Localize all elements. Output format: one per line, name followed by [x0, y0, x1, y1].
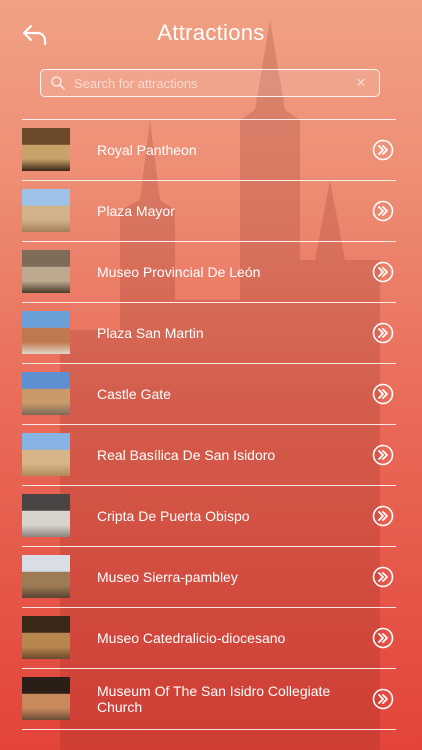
attraction-row[interactable]: Museo Provincial De León	[22, 241, 396, 302]
search-input[interactable]	[74, 75, 351, 91]
double-chevron-right-icon[interactable]	[372, 139, 394, 161]
attraction-row[interactable]: Plaza San Martin	[22, 302, 396, 363]
attraction-name: Royal Pantheon	[97, 142, 197, 158]
double-chevron-right-icon[interactable]	[372, 261, 394, 283]
attraction-row[interactable]: Royal Pantheon	[22, 119, 396, 180]
header-bar: Attractions	[0, 0, 422, 66]
attraction-name: Plaza San Martin	[97, 325, 204, 341]
attraction-thumbnail	[22, 189, 70, 232]
attraction-thumbnail	[22, 372, 70, 415]
attraction-row[interactable]: Museum Of The San Isidro Collegiate Chur…	[22, 668, 396, 730]
attraction-row[interactable]: Plaza Mayor	[22, 180, 396, 241]
double-chevron-right-icon[interactable]	[372, 200, 394, 222]
attraction-name: Cripta De Puerta Obispo	[97, 508, 250, 524]
double-chevron-right-icon[interactable]	[372, 627, 394, 649]
double-chevron-right-icon[interactable]	[372, 505, 394, 527]
attraction-thumbnail	[22, 250, 70, 293]
attraction-thumbnail	[22, 311, 70, 354]
clear-search-icon[interactable]: ✕	[351, 75, 371, 91]
attraction-thumbnail	[22, 555, 70, 598]
attraction-name: Museo Catedralicio-diocesano	[97, 630, 286, 646]
double-chevron-right-icon[interactable]	[372, 383, 394, 405]
double-chevron-right-icon[interactable]	[372, 444, 394, 466]
attraction-thumbnail	[22, 616, 70, 659]
attraction-thumbnail	[22, 433, 70, 476]
attraction-name: Museo Sierra-pambley	[97, 569, 238, 585]
attraction-name: Real Basílica De San Isidoro	[97, 447, 276, 463]
attraction-row[interactable]: Cripta De Puerta Obispo	[22, 485, 396, 546]
attraction-row[interactable]: Museo Catedralicio-diocesano	[22, 607, 396, 668]
search-bar[interactable]: ✕	[40, 69, 380, 97]
page-title: Attractions	[157, 20, 265, 45]
attraction-name: Museo Provincial De León	[97, 264, 261, 280]
double-chevron-right-icon[interactable]	[372, 322, 394, 344]
double-chevron-right-icon[interactable]	[372, 566, 394, 588]
attraction-name: Museum Of The San Isidro Collegiate Chur…	[97, 683, 331, 715]
attraction-row[interactable]: Castle Gate	[22, 363, 396, 424]
attraction-name: Castle Gate	[97, 386, 171, 402]
search-icon	[51, 76, 65, 90]
attraction-row[interactable]: Real Basílica De San Isidoro	[22, 424, 396, 485]
attraction-thumbnail	[22, 128, 70, 171]
attractions-list: Royal Pantheon Plaza Mayor Museo Provincia…	[22, 119, 396, 730]
attraction-thumbnail	[22, 494, 70, 537]
attraction-row[interactable]: Museo Sierra-pambley	[22, 546, 396, 607]
attraction-name: Plaza Mayor	[97, 203, 175, 219]
double-chevron-right-icon[interactable]	[372, 688, 394, 710]
attraction-thumbnail	[22, 677, 70, 720]
